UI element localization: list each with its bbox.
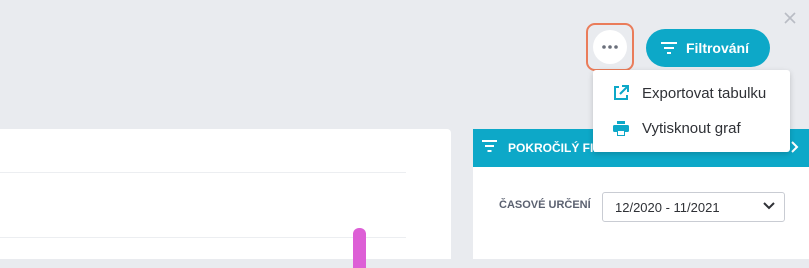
time-period-label: ČASOVÉ URČENÍ [499,199,591,211]
filter-button-label: Filtrování [685,40,749,56]
menu-item-print-chart[interactable]: Vytisknout graf [593,113,790,143]
chart-gridline [0,237,406,238]
time-period-select[interactable]: 12/2020 - 11/2021 [602,192,785,222]
chart-bar [353,228,366,268]
close-icon [784,12,796,24]
chart-gridline [0,172,406,173]
chevron-right-icon [791,141,799,153]
menu-item-label: Vytisknout graf [642,119,741,137]
menu-item-export-table[interactable]: Exportovat tabulku [593,78,790,108]
filter-icon [482,140,497,152]
menu-item-label: Exportovat tabulku [642,84,767,102]
printer-icon [612,119,630,137]
filter-icon [660,42,677,54]
more-dots-icon [602,45,618,49]
more-options-highlight [586,23,634,71]
filter-button[interactable]: Filtrování [646,29,770,67]
chart-card [0,129,451,259]
more-options-menu: Exportovat tabulku Vytisknout graf [593,70,790,152]
chevron-down-icon [763,202,775,210]
more-options-button[interactable] [593,30,627,64]
time-period-value: 12/2020 - 11/2021 [615,200,720,215]
close-button[interactable] [781,9,799,27]
external-link-icon [612,84,630,102]
